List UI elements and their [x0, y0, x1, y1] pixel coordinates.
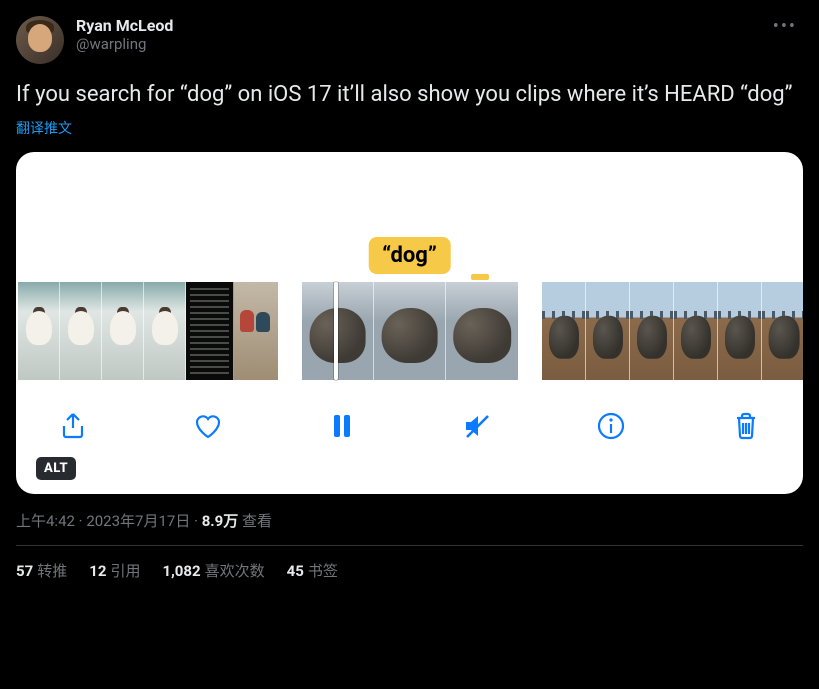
- retweets-stat[interactable]: 57转推: [16, 560, 67, 581]
- timeline-frame: [60, 282, 102, 380]
- quotes-stat[interactable]: 12引用: [89, 560, 140, 581]
- author-block[interactable]: Ryan McLeod @warpling: [76, 16, 767, 53]
- likes-stat[interactable]: 1,082喜欢次数: [162, 560, 264, 581]
- info-icon[interactable]: [594, 409, 628, 443]
- caption-chip: “dog”: [368, 237, 451, 274]
- author-display-name: Ryan McLeod: [76, 16, 767, 35]
- timeline-frame: [542, 282, 586, 380]
- timeline-frame: [586, 282, 630, 380]
- alt-badge[interactable]: ALT: [36, 457, 76, 480]
- pause-icon[interactable]: [325, 409, 359, 443]
- timeline-frame: [144, 282, 186, 380]
- timeline-frame: [186, 282, 234, 380]
- timeline-frame: [674, 282, 718, 380]
- timeline-frame: [18, 282, 60, 380]
- meta-line: 上午4:42 · 2023年7月17日 · 8.9万 查看: [16, 510, 803, 546]
- clip-group-3: [542, 282, 803, 380]
- share-icon[interactable]: [56, 409, 90, 443]
- stats-row: 57转推 12引用 1,082喜欢次数 45书签: [16, 560, 803, 581]
- timeline-frame: [762, 282, 803, 380]
- media-card[interactable]: “dog”: [16, 152, 803, 494]
- bookmarks-stat[interactable]: 45书签: [287, 560, 338, 581]
- tweet-time[interactable]: 上午4:42: [16, 512, 75, 530]
- timeline-frame: [630, 282, 674, 380]
- clip-group-1: [18, 282, 278, 380]
- timeline-frame: [102, 282, 144, 380]
- timeline-frame: [446, 282, 518, 380]
- timeline-frame: [234, 282, 278, 380]
- heart-icon[interactable]: [191, 409, 225, 443]
- timeline-frame: [718, 282, 762, 380]
- timeline-frame: [302, 282, 374, 380]
- video-timeline[interactable]: [16, 282, 803, 380]
- more-options-icon[interactable]: •••: [767, 16, 803, 37]
- tweet-text: If you search for “dog” on iOS 17 it’ll …: [16, 80, 803, 110]
- trash-icon[interactable]: [729, 409, 763, 443]
- author-handle: @warpling: [76, 35, 767, 53]
- tweet-container: Ryan McLeod @warpling ••• If you search …: [0, 0, 819, 597]
- tweet-header: Ryan McLeod @warpling •••: [16, 16, 803, 64]
- avatar[interactable]: [16, 16, 64, 64]
- media-toolbar: [16, 396, 803, 456]
- caption-marker: [471, 274, 489, 280]
- translate-link[interactable]: 翻译推文: [16, 118, 803, 138]
- views-label: 查看: [238, 512, 272, 530]
- views-count: 8.9万: [202, 512, 239, 530]
- mute-icon[interactable]: [460, 409, 494, 443]
- tweet-date[interactable]: 2023年7月17日: [86, 512, 190, 530]
- playhead[interactable]: [334, 282, 338, 380]
- timeline-frame: [374, 282, 446, 380]
